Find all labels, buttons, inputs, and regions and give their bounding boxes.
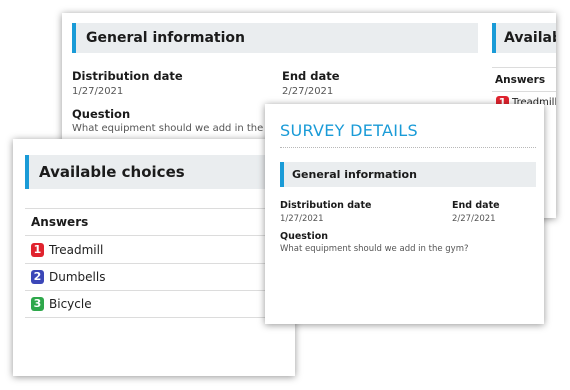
- answer-label: Bicycle: [49, 297, 92, 311]
- end-date-label: End date: [452, 200, 500, 211]
- end-date-value: 2/27/2021: [282, 86, 334, 97]
- divider: [25, 317, 295, 318]
- stage: General information Distribution date 1/…: [0, 0, 570, 390]
- general-info-section-header: General information: [280, 162, 536, 187]
- choices-section-title-back: Available choices: [504, 30, 556, 46]
- answer-number-badge: 3: [31, 297, 44, 311]
- choices-section-header: Available choices: [25, 155, 295, 189]
- general-info-section-title: General information: [86, 30, 245, 46]
- survey-details-card: SURVEY DETAILS General information Distr…: [265, 104, 544, 324]
- distribution-date-value: 1/27/2021: [280, 214, 324, 224]
- survey-details-title: SURVEY DETAILS: [280, 121, 418, 140]
- answer-row: 2 Dumbells: [13, 266, 295, 290]
- question-label: Question: [72, 107, 131, 121]
- question-value: What equipment should we add in the gym?: [280, 244, 469, 254]
- distribution-date-label: Distribution date: [72, 69, 183, 83]
- answer-label: Dumbells: [49, 270, 106, 284]
- divider: [25, 290, 295, 291]
- choices-section-header-back: Available choices: [492, 23, 556, 53]
- divider: [25, 235, 295, 236]
- answer-row: 3 Bicycle: [13, 293, 295, 317]
- answer-label: Treadmill: [49, 243, 104, 257]
- divider: [492, 91, 556, 92]
- question-value: What equipment should we add in the gym?: [72, 123, 294, 134]
- general-info-section-title: General information: [292, 168, 417, 181]
- answers-label-back: Answers: [495, 74, 546, 86]
- available-choices-card: Available choices Answers 1 Treadmill 2 …: [13, 139, 295, 376]
- end-date-label: End date: [282, 69, 340, 83]
- divider: [25, 263, 295, 264]
- answers-header: Answers: [31, 215, 89, 229]
- answer-number-badge: 1: [31, 243, 44, 257]
- general-info-section-header: General information: [72, 23, 478, 53]
- choices-section-title: Available choices: [39, 163, 185, 181]
- divider: [25, 208, 295, 209]
- answer-row: 1 Treadmill: [13, 239, 295, 263]
- distribution-date-label: Distribution date: [280, 200, 372, 211]
- distribution-date-value: 1/27/2021: [72, 86, 124, 97]
- title-divider: [280, 147, 536, 148]
- question-label: Question: [280, 231, 329, 242]
- answer-number-badge: 2: [31, 270, 44, 284]
- end-date-value: 2/27/2021: [452, 214, 496, 224]
- divider: [492, 67, 556, 68]
